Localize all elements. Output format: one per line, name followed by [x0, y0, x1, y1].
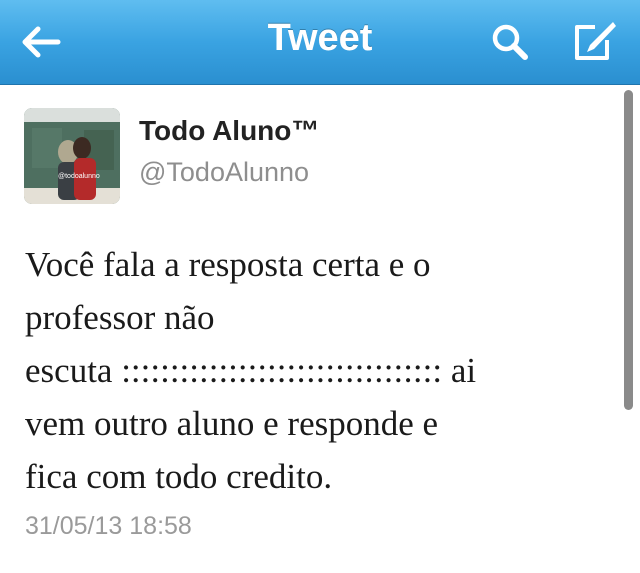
tweet-line: fica com todo credito. [25, 457, 333, 496]
search-icon [492, 24, 528, 60]
avatar[interactable]: @todoalunno [24, 108, 120, 204]
scrollbar[interactable] [624, 90, 633, 410]
tweet-line: escuta :::::::::::::::::::::::::::::::::… [25, 351, 477, 390]
tweet-line: Você fala a resposta certa e o [25, 245, 431, 284]
timestamp: 31/05/13 18:58 [25, 512, 192, 540]
user-handle[interactable]: @TodoAlunno [139, 155, 309, 189]
search-button[interactable] [482, 0, 538, 84]
display-name[interactable]: Todo Aluno™ [139, 114, 319, 148]
tweet-line: vem outro aluno e responde e [25, 404, 439, 443]
tweet-line: professor não [25, 298, 215, 337]
svg-text:@todoalunno: @todoalunno [58, 173, 100, 180]
tweet-text: Você fala a resposta certa e o professor… [25, 238, 605, 503]
compose-icon [575, 22, 616, 60]
navigation-bar: Tweet [0, 0, 640, 85]
page-title: Tweet [267, 17, 373, 59]
compose-button[interactable] [562, 0, 626, 84]
